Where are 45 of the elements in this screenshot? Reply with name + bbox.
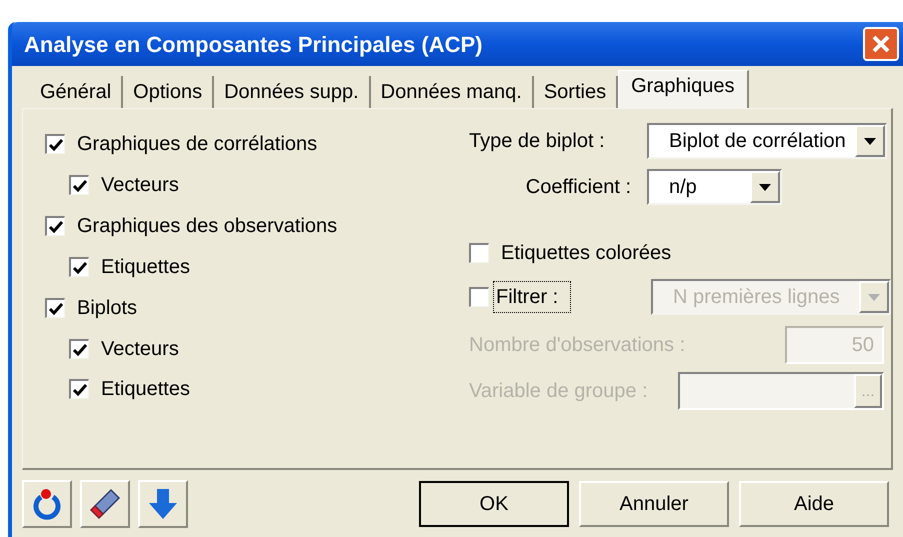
field-label: Type de biplot : bbox=[469, 129, 606, 154]
checkmark-icon bbox=[48, 302, 62, 314]
dialog-button[interactable]: Aide bbox=[739, 481, 889, 527]
checkbox[interactable] bbox=[469, 243, 489, 263]
checkmark-icon bbox=[72, 384, 86, 396]
checkbox[interactable] bbox=[45, 134, 65, 154]
checkbox-label: Vecteurs bbox=[101, 337, 179, 362]
checkbox-label: Etiquettes colorées bbox=[501, 241, 672, 266]
checkbox-label: Biplots bbox=[77, 296, 138, 321]
checkmark-icon bbox=[48, 220, 62, 232]
checkbox-label: Vecteurs bbox=[101, 173, 179, 198]
tab[interactable]: Graphiques bbox=[618, 70, 748, 108]
clear-button[interactable] bbox=[80, 480, 130, 528]
close-icon bbox=[872, 35, 890, 53]
checkmark-icon bbox=[72, 180, 86, 192]
biplot-type-dropdown[interactable]: Biplot de corrélation bbox=[647, 123, 887, 159]
caret-icon bbox=[759, 184, 771, 190]
reset-button[interactable] bbox=[22, 480, 72, 528]
dialog-button[interactable]: Annuler bbox=[579, 481, 729, 527]
window-title: Analyse en Composantes Principales (ACP) bbox=[24, 30, 482, 59]
caret-icon bbox=[868, 294, 880, 300]
eraser-icon bbox=[89, 488, 121, 520]
checkbox[interactable] bbox=[45, 298, 65, 318]
down-arrow-icon bbox=[147, 487, 179, 521]
checkbox[interactable] bbox=[469, 287, 489, 307]
caret-icon bbox=[864, 138, 876, 144]
checkbox-label: Etiquettes bbox=[101, 377, 190, 402]
field-label: Coefficient : bbox=[524, 175, 631, 200]
close-button[interactable] bbox=[863, 27, 899, 61]
checkbox-label: Graphiques de corrélations bbox=[77, 132, 318, 157]
checkbox[interactable] bbox=[45, 216, 65, 236]
checkmark-icon bbox=[72, 262, 86, 274]
dialog-button[interactable]: OK bbox=[419, 481, 569, 527]
checkbox[interactable] bbox=[69, 379, 89, 399]
checkbox-label: Etiquettes bbox=[101, 255, 190, 280]
refresh-icon bbox=[32, 488, 62, 520]
coefficient-dropdown[interactable]: n/p bbox=[647, 169, 782, 205]
checkmark-icon bbox=[72, 344, 86, 356]
checkbox-label: Filtrer : bbox=[493, 281, 571, 313]
checkbox[interactable] bbox=[69, 257, 89, 277]
checkbox[interactable] bbox=[69, 175, 89, 195]
checkmark-icon bbox=[48, 138, 62, 150]
checkbox-label: Graphiques des observations bbox=[77, 214, 338, 239]
download-button[interactable] bbox=[138, 480, 188, 528]
checkbox[interactable] bbox=[69, 339, 89, 359]
